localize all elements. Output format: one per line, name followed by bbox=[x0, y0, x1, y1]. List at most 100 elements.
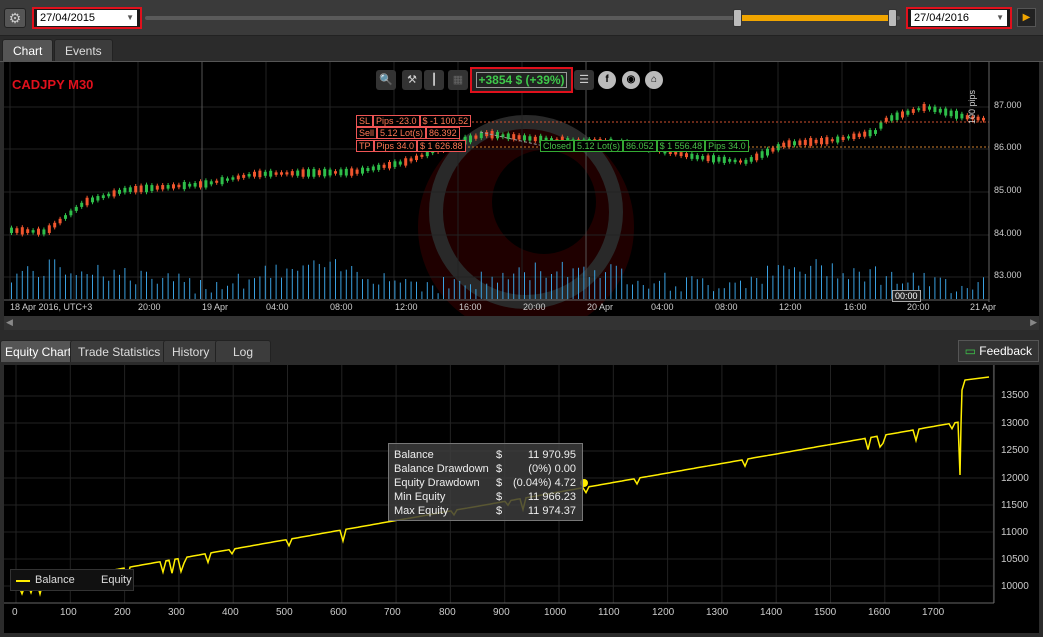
price-label: 85.000 bbox=[994, 185, 1022, 195]
eq-x-label: 500 bbox=[276, 607, 293, 618]
time-label: 20:00 bbox=[523, 302, 546, 312]
end-date-value: 27/04/2016 bbox=[914, 12, 970, 24]
tab-events[interactable]: Events bbox=[54, 39, 113, 61]
tooltip-currency: $ bbox=[496, 449, 503, 461]
tooltip-value: 11 970.95 bbox=[527, 449, 576, 461]
settings-icon[interactable]: ⚒ bbox=[402, 70, 422, 90]
time-label: 21 Apr bbox=[970, 302, 997, 312]
time-label: 12:00 bbox=[395, 302, 418, 312]
eq-x-label: 1400 bbox=[760, 607, 783, 618]
cursor-time-label: 00:00 bbox=[892, 290, 921, 302]
share-icon[interactable]: ⌂ bbox=[645, 71, 663, 89]
time-label: 18 Apr 2016, UTC+3 bbox=[10, 302, 93, 312]
date-range-fill bbox=[738, 15, 894, 21]
tab-history[interactable]: History bbox=[163, 340, 219, 362]
eq-x-label: 800 bbox=[439, 607, 456, 618]
tp-label: TP bbox=[356, 140, 374, 152]
eq-x-label: 600 bbox=[330, 607, 347, 618]
price-label: 87.000 bbox=[994, 100, 1022, 110]
price-label: 84.000 bbox=[994, 228, 1022, 238]
equity-chart[interactable]: Balance $11 970.95 Balance Drawdown $ (0%) … bbox=[4, 365, 1039, 633]
play-button[interactable]: ▶ bbox=[1017, 8, 1036, 27]
chevron-down-icon: ▼ bbox=[126, 13, 134, 22]
range-start-handle[interactable] bbox=[733, 9, 742, 27]
legend-equity: Equity bbox=[101, 574, 132, 586]
feedback-button[interactable]: ▭ Feedback bbox=[957, 340, 1039, 362]
start-date-select[interactable]: 27/04/2015 ▼ bbox=[32, 7, 142, 29]
tooltip-value: 11 966.23 bbox=[527, 491, 576, 503]
tooltip-currency: $ bbox=[496, 463, 503, 475]
tab-equity-chart[interactable]: Equity Chart bbox=[0, 340, 77, 362]
legend-balance: Balance bbox=[35, 574, 75, 586]
eq-x-label: 1600 bbox=[868, 607, 891, 618]
sl-amount: $ -1 100.52 bbox=[419, 115, 472, 127]
chart-scrollbar[interactable]: ◀ ▶ bbox=[4, 316, 1039, 330]
sell-label: Sell bbox=[356, 127, 378, 139]
eq-x-label: 200 bbox=[114, 607, 131, 618]
tooltip-currency: $ bbox=[496, 477, 503, 489]
sl-pips: Pips -23.0 bbox=[373, 115, 420, 127]
tooltip-value: (0.04%) 4.72 bbox=[513, 477, 576, 489]
start-date-value: 27/04/2015 bbox=[40, 12, 96, 24]
chevron-left-icon[interactable]: ◀ bbox=[6, 317, 13, 328]
camera-icon[interactable]: ◉ bbox=[622, 71, 640, 89]
tooltip-row: Balance Drawdown $ (0%) 0.00 bbox=[389, 462, 582, 476]
candles-icon[interactable]: ┃ bbox=[424, 70, 444, 90]
gear-icon[interactable]: ⚙ bbox=[4, 8, 26, 28]
eq-x-label: 400 bbox=[222, 607, 239, 618]
facebook-icon[interactable]: f bbox=[598, 71, 616, 89]
sl-box: SL Pips -23.0 $ -1 100.52 bbox=[356, 115, 472, 127]
tooltip-label: Balance bbox=[394, 449, 434, 461]
tooltip-label: Min Equity bbox=[394, 491, 446, 503]
sl-label: SL bbox=[356, 115, 374, 127]
tab-chart[interactable]: Chart bbox=[2, 39, 54, 61]
time-label: 20 Apr bbox=[587, 302, 614, 312]
sell-lots: 5.12 Lot(s) bbox=[377, 127, 427, 139]
eq-x-label: 1100 bbox=[598, 607, 620, 618]
eq-y-label: 10500 bbox=[1001, 554, 1029, 565]
eq-x-label: 1700 bbox=[922, 607, 945, 618]
tooltip-label: Max Equity bbox=[394, 505, 449, 517]
closed-price: 86.052 bbox=[623, 140, 657, 152]
tooltip-label: Equity Drawdown bbox=[394, 477, 480, 489]
tab-log[interactable]: Log bbox=[215, 340, 272, 362]
eq-y-label: 11000 bbox=[1001, 527, 1029, 538]
eq-y-label: 10000 bbox=[1001, 581, 1029, 592]
time-label: 08:00 bbox=[715, 302, 738, 312]
closed-lots: 5.12 Lot(s) bbox=[574, 140, 624, 152]
zoom-icon[interactable]: 🔍 bbox=[376, 70, 396, 90]
closed-amount: $ 1 556.48 bbox=[656, 140, 706, 152]
profit-box: +3854 $ (+39%) bbox=[470, 67, 573, 93]
eq-y-label: 13000 bbox=[1001, 418, 1029, 429]
scale-label: 100 pips bbox=[967, 89, 977, 124]
sell-price: 86.392 bbox=[426, 127, 460, 139]
eq-y-label: 13500 bbox=[1001, 390, 1029, 401]
balance-swatch bbox=[16, 580, 30, 582]
price-chart[interactable]: CADJPY M30 🔍 ⚒ ┃ ▦ +3854 $ (+39%) ☰ f ◉ … bbox=[4, 62, 1039, 316]
eq-x-label: 300 bbox=[168, 607, 185, 618]
eq-x-label: 100 bbox=[60, 607, 77, 618]
chat-icon: ▭ bbox=[964, 344, 976, 358]
time-label: 08:00 bbox=[330, 302, 353, 312]
sell-box: Sell 5.12 Lot(s) 86.392 bbox=[356, 127, 460, 139]
range-end-handle[interactable] bbox=[888, 9, 897, 27]
equity-legend: Balance Equity bbox=[10, 569, 134, 591]
list-icon[interactable]: ☰ bbox=[574, 70, 594, 90]
eq-x-label: 900 bbox=[493, 607, 510, 618]
eq-x-label: 700 bbox=[384, 607, 401, 618]
tooltip-row: Max Equity $11 974.37 bbox=[389, 504, 582, 518]
eq-y-label: 12000 bbox=[1001, 473, 1029, 484]
tooltip-row: Equity Drawdown $ (0.04%) 4.72 bbox=[389, 476, 582, 490]
tab-trade-statistics[interactable]: Trade Statistics bbox=[70, 340, 169, 362]
chevron-right-icon[interactable]: ▶ bbox=[1030, 317, 1037, 328]
time-label: 16:00 bbox=[459, 302, 482, 312]
price-label: 86.000 bbox=[994, 142, 1022, 152]
closed-label: Closed bbox=[540, 140, 575, 152]
eq-y-label: 11500 bbox=[1001, 500, 1029, 511]
end-date-select[interactable]: 27/04/2016 ▼ bbox=[906, 7, 1012, 29]
tooltip-label: Balance Drawdown bbox=[394, 463, 489, 475]
timeframe-icon[interactable]: ▦ bbox=[448, 70, 468, 90]
tp-box: TP Pips 34.0 $ 1 626.88 bbox=[356, 140, 466, 152]
time-label: 04:00 bbox=[266, 302, 289, 312]
tp-amount: $ 1 626.88 bbox=[417, 140, 466, 152]
